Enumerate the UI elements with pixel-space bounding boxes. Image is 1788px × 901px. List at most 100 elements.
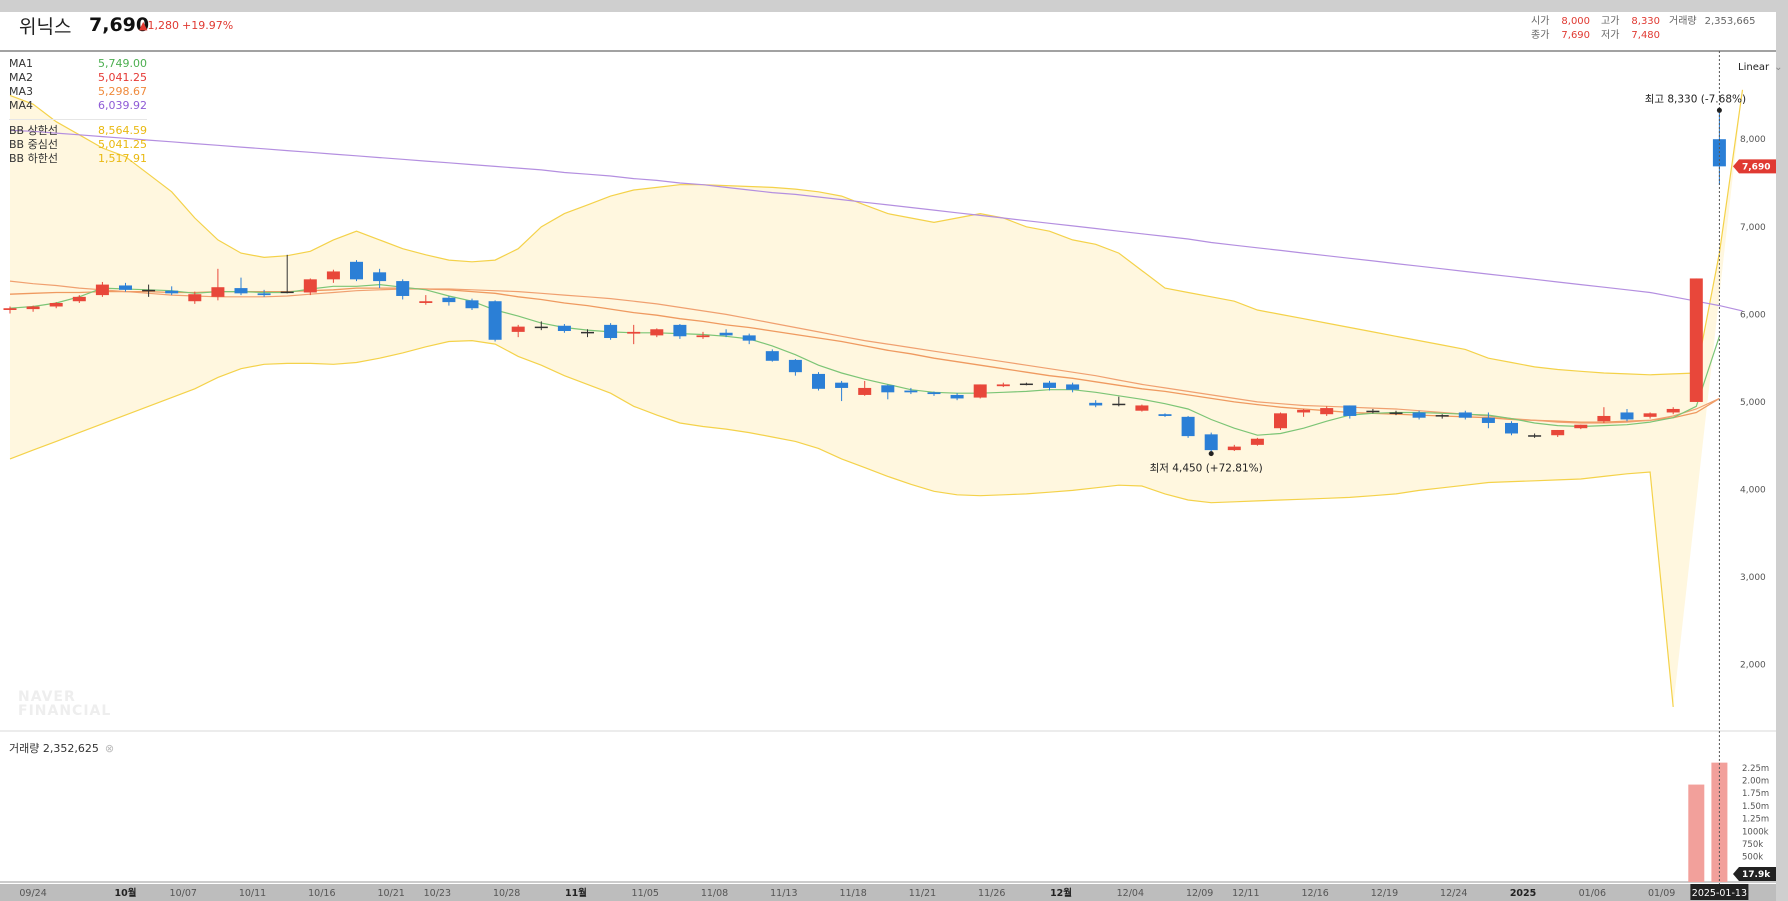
candle-body xyxy=(1320,408,1334,415)
volume-bar xyxy=(1688,784,1705,882)
candle-body xyxy=(719,332,733,336)
candle-body xyxy=(1666,408,1680,413)
candle-body xyxy=(396,281,410,296)
candle-body xyxy=(1274,413,1287,429)
crosshair-date: 2025-01-13 xyxy=(1692,888,1747,899)
legend-ma2-value: 5,041.25 xyxy=(98,71,147,84)
candle-body xyxy=(1458,412,1472,418)
close-price: 종가 7,690 xyxy=(1531,26,1590,41)
legend-ma3[interactable]: MA3 5,298.67 xyxy=(9,85,147,99)
candle-body xyxy=(604,324,618,339)
candle-body xyxy=(350,261,363,280)
candle-body xyxy=(1574,424,1588,429)
candle-body xyxy=(488,301,502,340)
candle-body xyxy=(557,325,571,332)
volume-tick-label: 1000k xyxy=(1742,827,1769,837)
candle-body xyxy=(1481,417,1495,423)
legend-ma3-value: 5,298.67 xyxy=(98,85,147,98)
scale-toggle-button[interactable]: Linear ⌄ xyxy=(1738,62,1782,73)
x-tick-label: 12/19 xyxy=(1371,888,1398,899)
x-tick-label: 01/09 xyxy=(1648,888,1675,899)
volume-legend-label: 거래량 2,352,625 xyxy=(9,742,99,755)
x-tick-label: 10/07 xyxy=(170,888,197,899)
candle-body xyxy=(1643,413,1657,417)
candle-body xyxy=(950,394,964,399)
naver-financial-watermark: NAVER FINANCIAL xyxy=(18,690,111,718)
candle-body xyxy=(326,271,340,280)
volume-value-tag: 17.9k xyxy=(1742,870,1771,880)
candle-body xyxy=(788,359,802,373)
volume-tick-label: 500k xyxy=(1742,853,1763,863)
x-tick-label: 12월 xyxy=(1050,887,1072,899)
low-price: 저가 7,480 xyxy=(1601,26,1660,41)
high-price: 고가 8,330 xyxy=(1601,12,1660,27)
legend-bb-upper-name: BB 상한선 xyxy=(9,124,58,137)
open-price: 시가 8,000 xyxy=(1531,12,1590,27)
y-tick-label: 2,000 xyxy=(1740,661,1766,671)
x-tick-label: 11/05 xyxy=(632,888,659,899)
close-icon[interactable]: ⊗ xyxy=(105,742,114,755)
legend-ma1[interactable]: MA1 5,749.00 xyxy=(9,57,147,71)
volume-summary-value: 2,353,665 xyxy=(1704,16,1756,27)
candle-body xyxy=(812,373,825,389)
candle-body xyxy=(211,287,225,297)
candle-body xyxy=(49,302,63,307)
candle-body xyxy=(1343,405,1357,416)
legend-bb-mid-value: 5,041.25 xyxy=(98,138,147,151)
x-tick-label: 10/23 xyxy=(424,888,451,899)
legend-ma4[interactable]: MA4 6,039.92 xyxy=(9,99,147,113)
y-tick-label: 7,000 xyxy=(1740,223,1766,233)
price-change: ▲1,280 xyxy=(139,19,179,32)
candle-body xyxy=(72,296,86,302)
candle-body xyxy=(650,329,664,336)
x-tick-label: 12/24 xyxy=(1440,888,1467,899)
volume-summary-label: 거래량 xyxy=(1669,16,1697,27)
watermark-line1: NAVER xyxy=(18,689,76,705)
candle-body xyxy=(1204,434,1218,451)
legend-ma2[interactable]: MA2 5,041.25 xyxy=(9,71,147,85)
legend-bb-mid[interactable]: BB 중심선 5,041.25 xyxy=(9,138,147,152)
chart-canvas[interactable]: 2,000 3,000 4,000 5,000 6,000 7,000 8,000 2.25m… xyxy=(0,0,1788,901)
candle-body xyxy=(627,331,641,334)
legend-bb-lower[interactable]: BB 하한선 1,517.91 xyxy=(9,152,147,166)
candle-body xyxy=(858,387,872,395)
candle-body xyxy=(1689,278,1703,402)
x-tick-label: 11/08 xyxy=(701,888,728,899)
candle-body xyxy=(1043,382,1056,388)
candle-body xyxy=(534,326,548,329)
legend-ma1-value: 5,749.00 xyxy=(98,57,147,70)
x-tick-label: 01/06 xyxy=(1579,888,1606,899)
x-tick-label: 11/13 xyxy=(770,888,797,899)
scale-toggle-label: Linear xyxy=(1738,62,1770,73)
volume-tick-label: 2.00m xyxy=(1742,777,1769,787)
x-tick-label: 12/09 xyxy=(1186,888,1213,899)
x-tick-label: 10/28 xyxy=(493,888,520,899)
volume-tick-label: 1.75m xyxy=(1742,789,1769,799)
legend-ma2-name: MA2 xyxy=(9,71,34,84)
candle-body xyxy=(1412,412,1426,418)
candle-body xyxy=(1135,405,1149,411)
candle-body xyxy=(511,326,525,332)
legend-bb-upper[interactable]: BB 상한선 8,564.59 xyxy=(9,124,147,138)
candle-body xyxy=(996,384,1010,387)
y-tick-label: 3,000 xyxy=(1740,573,1766,583)
candle-body xyxy=(1181,416,1195,437)
volume-tick-label: 1.50m xyxy=(1742,802,1769,812)
x-tick-label: 12/16 xyxy=(1301,888,1328,899)
low-label: 저가 xyxy=(1601,30,1620,41)
candle-body xyxy=(280,291,294,294)
low-marker xyxy=(1208,451,1214,457)
volume-tick-label: 1.25m xyxy=(1742,815,1769,825)
candle-body xyxy=(835,382,849,388)
close-label: 종가 xyxy=(1531,30,1550,41)
legend-bb-upper-value: 8,564.59 xyxy=(98,124,147,137)
high-marker xyxy=(1716,107,1722,113)
x-tick-label: 12/11 xyxy=(1232,888,1259,899)
x-tick-label: 11/21 xyxy=(909,888,936,899)
volume-summary: 거래량 2,353,665 xyxy=(1669,12,1756,27)
candle-body xyxy=(1597,415,1611,422)
stock-name[interactable]: 위닉스 xyxy=(19,12,71,39)
candle-body xyxy=(1089,402,1103,406)
low-annotation: 최저 4,450 (+72.81%) xyxy=(1150,463,1263,475)
x-tick-label: 2025 xyxy=(1510,888,1536,899)
